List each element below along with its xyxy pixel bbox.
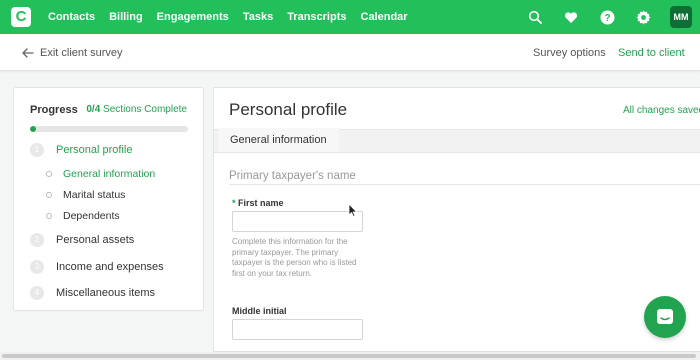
subsection-dot [46,213,52,219]
subsection-dot [46,192,52,198]
survey-form-panel: Personal profile All changes saved Gener… [213,87,700,352]
subsection-general-information[interactable]: General information [46,168,155,180]
progress-title: Progress [30,104,78,116]
progress-count-value: 0/4 [86,104,101,115]
subsection-dependents[interactable]: Dependents [46,210,120,222]
progress-bar [30,126,188,132]
send-to-client-link[interactable]: Send to client [618,34,685,71]
nav-icons: ? MM [526,0,700,34]
exit-survey-label: Exit client survey [40,46,123,59]
nav-item-contacts[interactable]: Contacts [48,11,95,23]
nav-item-calendar[interactable]: Calendar [361,11,408,23]
help-text: Complete this information for the primar… [232,237,357,278]
section-label: Personal profile [56,144,133,156]
page-title: Personal profile [229,100,348,119]
nav-menu: Contacts Billing Engagements Tasks Trans… [48,0,408,34]
heart-icon[interactable] [562,8,580,26]
section-personal-profile[interactable]: 1 Personal profile [30,143,132,157]
subsection-marital-status[interactable]: Marital status [46,189,125,201]
subsection-label: Marital status [63,189,126,201]
app-logo[interactable]: C [11,7,31,27]
subsection-label: General information [63,168,156,180]
section-number: 3 [30,260,44,274]
user-avatar[interactable]: MM [670,6,692,28]
first-name-input[interactable] [232,211,363,232]
section-miscellaneous-items[interactable]: 4 Miscellaneous items [30,286,155,300]
svg-text:?: ? [604,13,610,24]
scrollbar-thumb[interactable] [2,354,696,358]
first-name-label: * First name [232,198,284,208]
nav-item-billing[interactable]: Billing [109,11,143,23]
survey-header: Exit client survey Survey options Send t… [0,34,700,71]
nav-item-engagements[interactable]: Engagements [157,11,229,23]
progress-panel: Progress 0/4 Sections Complete 1 Persona… [13,87,204,311]
section-income-and-expenses[interactable]: 3 Income and expenses [30,260,164,274]
section-header-bar: General information [214,128,700,153]
group-title: Primary taxpayer's name [229,170,356,182]
middle-initial-label: Middle initial [232,306,287,316]
exit-survey-link[interactable]: Exit client survey [22,34,123,71]
nav-item-transcripts[interactable]: Transcripts [287,11,346,23]
progress-count: 0/4 Sections Complete [86,104,187,115]
divider [229,184,700,185]
subsection-label: Dependents [63,210,120,222]
section-label: Personal assets [56,234,135,246]
top-nav: C Contacts Billing Engagements Tasks Tra… [0,0,700,34]
section-number: 4 [30,286,44,300]
help-icon[interactable]: ? [598,8,616,26]
gear-icon[interactable] [634,8,652,26]
nav-item-tasks[interactable]: Tasks [243,11,273,23]
section-label: Income and expenses [56,261,164,273]
section-label: Miscellaneous items [56,287,156,299]
section-number: 2 [30,233,44,247]
chat-icon [657,309,673,324]
progress-count-suffix: Sections Complete [100,104,187,115]
arrow-left-icon [22,47,34,58]
mouse-cursor-icon [348,203,358,218]
progress-bar-fill [30,126,36,132]
horizontal-scrollbar[interactable] [0,352,700,360]
search-icon[interactable] [526,8,544,26]
required-marker: * [232,198,236,208]
section-number: 1 [30,143,44,157]
subsection-dot [46,171,52,177]
section-personal-assets[interactable]: 2 Personal assets [30,233,134,247]
survey-options-link[interactable]: Survey options [533,34,606,71]
chat-support-button[interactable] [644,296,686,338]
middle-initial-input[interactable] [232,319,363,340]
save-status: All changes saved [623,105,700,116]
section-tab-general-information: General information [218,128,339,152]
first-name-label-text: First name [238,198,284,208]
